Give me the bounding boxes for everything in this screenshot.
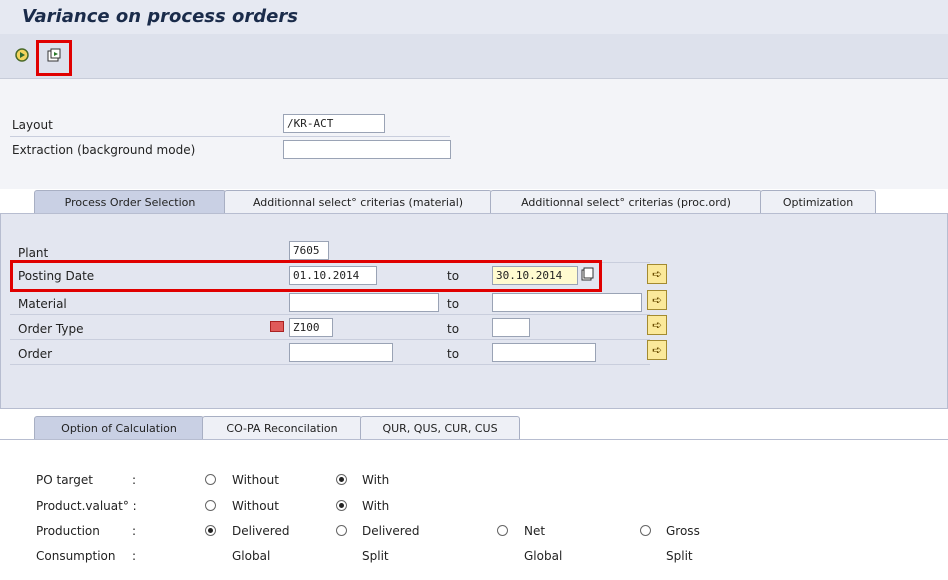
production-gross-label: Gross: [666, 524, 700, 538]
divider: [10, 314, 650, 315]
multiple-selection-posting-date-button[interactable]: ➪: [647, 264, 667, 284]
parameters-area: [0, 79, 948, 189]
tab-additional-material[interactable]: Additionnal select° criterias (material): [224, 190, 492, 214]
order-type-to-field[interactable]: [492, 318, 530, 337]
production-delivered-split-radio[interactable]: [336, 525, 347, 536]
consumption-net-global-label: Global: [524, 549, 563, 563]
colon-label: :: [132, 549, 137, 563]
layout-label: Layout: [12, 118, 53, 132]
extraction-field[interactable]: [283, 140, 451, 159]
divider: [10, 136, 450, 137]
calculation-tabstrip: Option of Calculation CO-PA Reconcilatio…: [16, 416, 616, 440]
to-label: to: [447, 347, 460, 361]
production-delivered-global-radio[interactable]: [205, 525, 216, 536]
consumption-global-label: Global: [232, 549, 271, 563]
to-label: to: [447, 269, 460, 283]
tab-qur-qus-cur-cus[interactable]: QUR, QUS, CUR, CUS: [360, 416, 520, 440]
plant-field[interactable]: 7605: [289, 241, 329, 260]
tab-additional-proc-ord[interactable]: Additionnal select° criterias (proc.ord): [490, 190, 762, 214]
extraction-label: Extraction (background mode): [12, 143, 196, 157]
selection-tabstrip: Process Order Selection Additionnal sele…: [16, 190, 936, 214]
multiple-selection-order-button[interactable]: ➪: [647, 340, 667, 360]
page-title: Variance on process orders: [22, 6, 298, 27]
po-target-with-label: With: [362, 473, 390, 487]
calculation-panel: [0, 439, 948, 580]
execute-icon[interactable]: [12, 45, 32, 65]
product-valuation-label: Product.valuat° :: [36, 499, 137, 513]
material-label: Material: [18, 297, 67, 311]
application-toolbar: [0, 34, 948, 79]
production-label: Production: [36, 524, 100, 538]
production-delivered-global-label: Delivered: [232, 524, 290, 538]
material-from-field[interactable]: [289, 293, 439, 312]
required-entry-icon: [270, 321, 284, 332]
product-valuation-without-radio[interactable]: [205, 500, 216, 511]
po-target-without-radio[interactable]: [205, 474, 216, 485]
plant-label: Plant: [18, 246, 49, 260]
po-target-without-label: Without: [232, 473, 279, 487]
order-type-from-field[interactable]: Z100: [289, 318, 333, 337]
divider: [10, 364, 650, 365]
get-variant-icon[interactable]: [44, 45, 64, 65]
product-valuation-without-label: Without: [232, 499, 279, 513]
consumption-label: Consumption: [36, 549, 116, 563]
order-type-label: Order Type: [18, 322, 84, 336]
tab-optimization[interactable]: Optimization: [760, 190, 876, 214]
posting-date-from-field[interactable]: 01.10.2014: [289, 266, 377, 285]
material-to-field[interactable]: [492, 293, 642, 312]
selection-panel: [0, 213, 948, 409]
order-from-field[interactable]: [289, 343, 393, 362]
layout-field[interactable]: /KR-ACT: [283, 114, 385, 133]
to-label: to: [447, 297, 460, 311]
tab-process-order-selection[interactable]: Process Order Selection: [34, 190, 226, 214]
consumption-split-label: Split: [362, 549, 389, 563]
production-gross-radio[interactable]: [640, 525, 651, 536]
production-net-radio[interactable]: [497, 525, 508, 536]
multiple-selection-material-button[interactable]: ➪: [647, 290, 667, 310]
colon-label: :: [132, 473, 137, 487]
production-delivered-split-label: Delivered: [362, 524, 420, 538]
order-to-field[interactable]: [492, 343, 596, 362]
divider: [10, 339, 650, 340]
posting-date-to-field[interactable]: 30.10.2014: [492, 266, 578, 285]
consumption-gross-split-label: Split: [666, 549, 693, 563]
multiple-selection-order-type-button[interactable]: ➪: [647, 315, 667, 335]
colon-label: :: [132, 524, 137, 538]
tab-option-of-calculation[interactable]: Option of Calculation: [34, 416, 204, 440]
to-label: to: [447, 322, 460, 336]
tab-co-pa-reconcilation[interactable]: CO-PA Reconcilation: [202, 416, 362, 440]
product-valuation-with-label: With: [362, 499, 390, 513]
calendar-icon[interactable]: [580, 267, 594, 283]
posting-date-label: Posting Date: [18, 269, 95, 283]
product-valuation-with-radio[interactable]: [336, 500, 347, 511]
order-label: Order: [18, 347, 53, 361]
po-target-with-radio[interactable]: [336, 474, 347, 485]
production-net-label: Net: [524, 524, 546, 538]
po-target-label: PO target: [36, 473, 93, 487]
